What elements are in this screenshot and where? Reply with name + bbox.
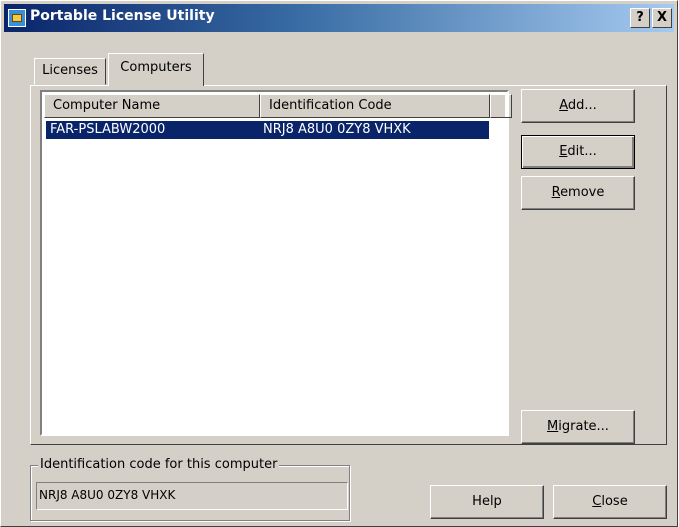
add-button-label: dd... xyxy=(567,98,597,113)
migrate-button[interactable]: Migrate... xyxy=(521,410,635,444)
help-button[interactable]: Help xyxy=(430,485,544,519)
table-row[interactable]: FAR-PSLABW2000 NRJ8 A8U0 0ZY8 VHXK xyxy=(46,121,489,139)
help-icon[interactable]: ? xyxy=(630,8,650,28)
tab-computers[interactable]: Computers xyxy=(108,53,204,86)
add-button[interactable]: Add... xyxy=(521,89,635,123)
edit-button[interactable]: Edit... xyxy=(521,135,635,169)
migrate-button-accel: M xyxy=(547,419,559,434)
close-button-accel: C xyxy=(592,494,602,509)
identification-code-field[interactable]: NRJ8 A8U0 0ZY8 VHXK xyxy=(36,482,348,510)
edit-button-label: dit... xyxy=(567,144,597,159)
app-icon xyxy=(8,9,26,27)
list-header: Computer Name Identification Code xyxy=(44,94,512,118)
window-title: Portable License Utility xyxy=(30,8,215,24)
tab-licenses[interactable]: Licenses xyxy=(34,58,106,85)
remove-button-accel: R xyxy=(551,185,561,200)
column-header-computer-name[interactable]: Computer Name xyxy=(44,94,260,118)
close-button[interactable]: Close xyxy=(553,485,667,519)
title-bar[interactable]: Portable License Utility ? X xyxy=(4,4,674,32)
remove-button[interactable]: Remove xyxy=(521,176,635,210)
identification-code-group-label: Identification code for this computer xyxy=(38,457,280,472)
computers-list[interactable]: Computer Name Identification Code FAR-PS… xyxy=(40,90,512,436)
identification-code-cell: NRJ8 A8U0 0ZY8 VHXK xyxy=(263,122,411,137)
remove-button-label: emove xyxy=(560,185,605,200)
column-header-identification-code[interactable]: Identification Code xyxy=(260,94,490,118)
close-button-label: lose xyxy=(601,494,628,509)
column-header-filler xyxy=(490,94,512,118)
migrate-button-label: igrate... xyxy=(558,419,609,434)
close-icon[interactable]: X xyxy=(652,8,672,28)
computer-name-cell: FAR-PSLABW2000 xyxy=(50,122,166,137)
add-button-accel: A xyxy=(559,98,568,113)
